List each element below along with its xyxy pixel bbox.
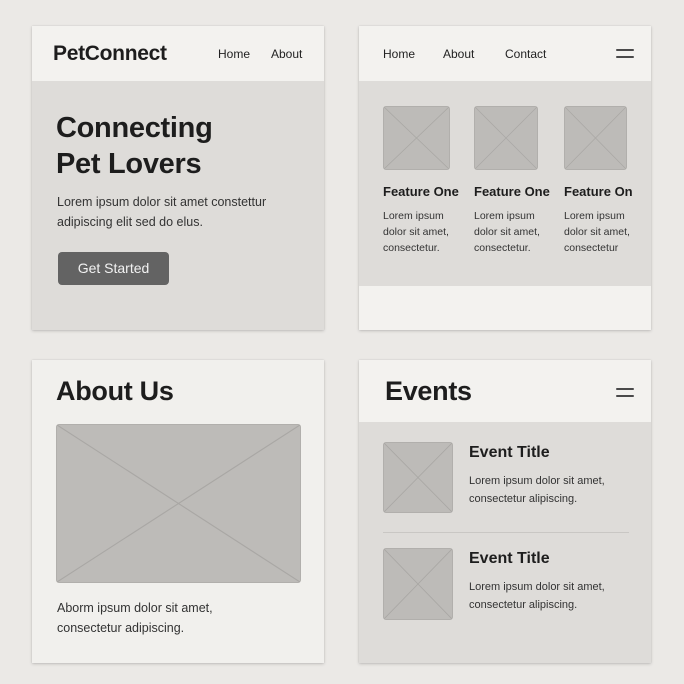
nav-about-link[interactable]: About (271, 47, 302, 61)
features-header: Home About Contact (359, 26, 651, 81)
hero-text-line: Lorem ipsum dolor sit amet constettur (57, 195, 267, 209)
event-divider (383, 532, 629, 533)
get-started-button[interactable]: Get Started (58, 252, 169, 285)
features-footer (359, 286, 651, 330)
feature-desc: Lorem ipsum dolor sit amet, consectetur. (474, 208, 540, 256)
landing-header: PetConnect Home About (32, 26, 324, 81)
about-title: About Us (56, 376, 174, 406)
feature-title: Feature One (383, 184, 459, 199)
feature-title: Feature On (564, 184, 633, 199)
image-placeholder-icon (383, 106, 450, 170)
feature-desc-line: dolor sit amet, (564, 226, 630, 238)
feature-desc: Lorem ipsum dolor sit amet, consectetur. (383, 208, 449, 256)
image-placeholder-icon (383, 442, 453, 513)
about-text: Aborm ipsum dolor sit amet, consectetur … (57, 598, 213, 638)
nav-contact-link[interactable]: Contact (505, 47, 546, 61)
feature-title: Feature One (474, 184, 550, 199)
hero-title: Connecting Pet Lovers (56, 110, 213, 182)
feature-desc-line: dolor sit amet, (474, 226, 540, 238)
nav-home-link[interactable]: Home (218, 47, 250, 61)
hero-title-line: Pet Lovers (56, 148, 202, 180)
feature-desc-line: consectetur (564, 242, 619, 254)
feature-desc-line: Lorem ipsum (383, 210, 444, 222)
nav-home-link[interactable]: Home (383, 47, 415, 61)
hero-text-line: adipiscing elit sed do elus. (57, 215, 203, 229)
events-header: Events (359, 360, 651, 422)
feature-desc-line: dolor sit amet, (383, 226, 449, 238)
feature-desc-line: consectetur. (383, 242, 440, 254)
event-desc: Lorem ipsum dolor sit amet, consectetur … (469, 578, 605, 614)
logo[interactable]: PetConnect (53, 42, 167, 66)
landing-card: PetConnect Home About Connecting Pet Lov… (32, 26, 324, 330)
events-title: Events (385, 376, 472, 406)
about-text-line: consectetur adipiscing. (57, 621, 185, 635)
hamburger-menu-icon[interactable] (616, 387, 634, 399)
event-desc-line: Lorem ipsum dolor sit amet, (469, 475, 605, 487)
nav-about-link[interactable]: About (443, 47, 474, 61)
features-card: Home About Contact Feature One Lorem ips… (359, 26, 651, 330)
feature-desc-line: consectetur. (474, 242, 531, 254)
hamburger-menu-icon[interactable] (616, 48, 634, 60)
event-desc-line: consectetur alipiscing. (469, 599, 578, 611)
event-title: Event Title (469, 444, 550, 461)
event-desc-line: Lorem ipsum dolor sit amet, (469, 581, 605, 593)
events-card: Events Event Title Lorem ipsum dolor sit… (359, 360, 651, 663)
image-placeholder-icon (564, 106, 627, 170)
image-placeholder-icon (56, 424, 301, 583)
event-title: Event Title (469, 550, 550, 567)
get-started-label: Get Started (77, 260, 150, 276)
hero-text: Lorem ipsum dolor sit amet constettur ad… (57, 192, 266, 232)
feature-desc: Lorem ipsum dolor sit amet, consectetur (564, 208, 630, 256)
event-desc: Lorem ipsum dolor sit amet, consectetur … (469, 472, 605, 508)
about-card: About Us Aborm ipsum dolor sit amet, con… (32, 360, 324, 663)
image-placeholder-icon (383, 548, 453, 620)
about-text-line: Aborm ipsum dolor sit amet, (57, 601, 213, 615)
hero-title-line: Connecting (56, 112, 213, 144)
image-placeholder-icon (474, 106, 538, 170)
feature-desc-line: Lorem ipsum (474, 210, 535, 222)
feature-desc-line: Lorem ipsum (564, 210, 625, 222)
event-desc-line: consectetur alipiscing. (469, 493, 578, 505)
